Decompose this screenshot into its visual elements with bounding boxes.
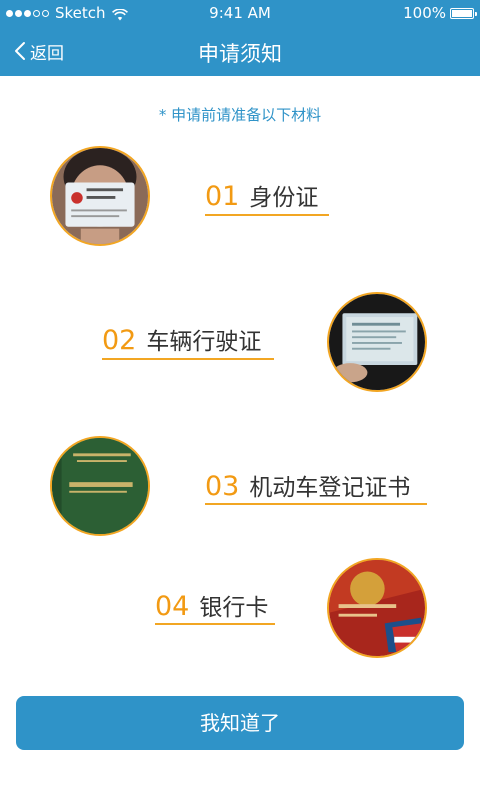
divider: [205, 503, 427, 505]
material-label-3: 03 机动车登记证书: [205, 468, 410, 502]
material-number: 01: [205, 181, 240, 212]
material-name: 身份证: [249, 185, 319, 211]
material-label-4: 04 银行卡: [155, 588, 268, 622]
id-card-photo: [50, 146, 150, 246]
preparation-hint: * 申请前请准备以下材料: [158, 106, 322, 124]
confirm-button[interactable]: 我知道了: [16, 696, 464, 750]
divider: [205, 214, 329, 216]
material-name: 车辆行驶证: [146, 329, 262, 355]
material-label-2: 02 车辆行驶证: [102, 322, 261, 356]
battery-icon: [450, 7, 477, 19]
material-number: 04: [155, 591, 190, 622]
status-bar: Sketch 9:41 AM 100%: [0, 0, 480, 26]
divider: [102, 358, 274, 360]
page-title: 申请须知: [198, 42, 282, 66]
material-name: 银行卡: [199, 595, 269, 621]
header: Sketch 9:41 AM 100% 返回 申请须知: [0, 0, 480, 76]
divider: [155, 623, 275, 625]
material-number: 02: [102, 325, 137, 356]
registration-certificate-photo: [50, 436, 150, 536]
bank-card-photo: [327, 558, 427, 658]
status-right: 100%: [403, 4, 477, 22]
vehicle-license-photo: [327, 292, 427, 392]
material-number: 03: [205, 471, 240, 502]
material-label-1: 01 身份证: [205, 178, 318, 212]
material-name: 机动车登记证书: [249, 475, 411, 501]
battery-percentage: 100%: [403, 4, 446, 22]
